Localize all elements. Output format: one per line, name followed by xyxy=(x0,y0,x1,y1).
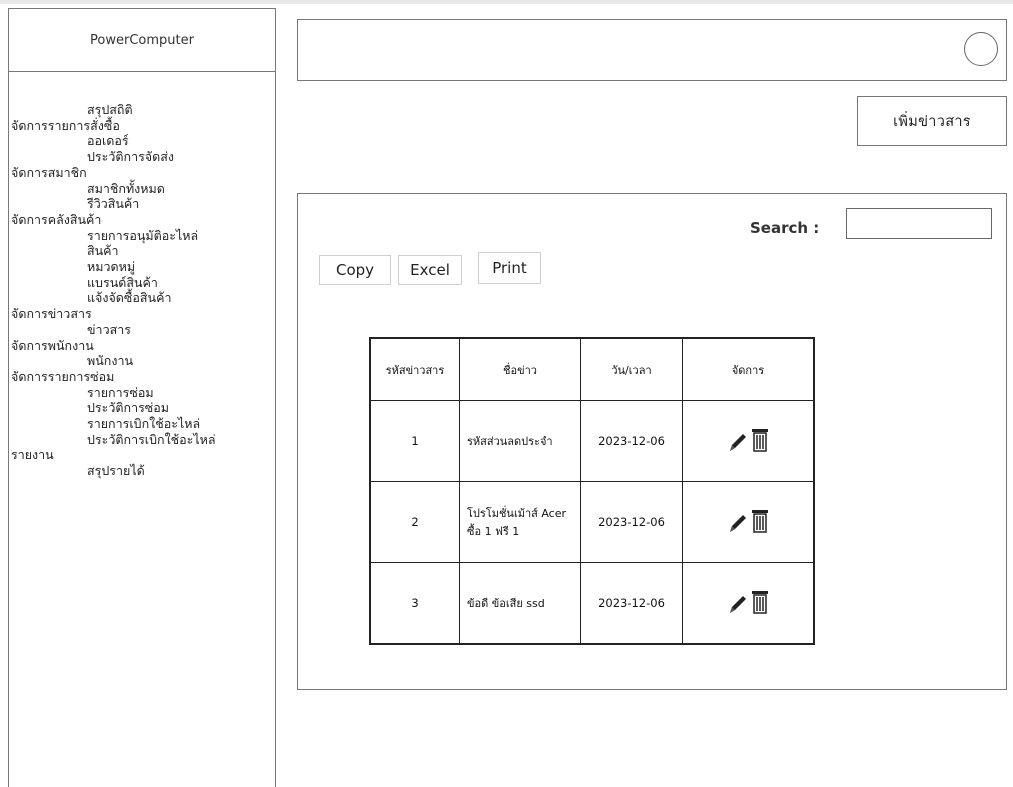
copy-button[interactable]: Copy xyxy=(319,255,391,285)
sidebar-item-orders[interactable]: ออเดอร์ xyxy=(9,133,275,149)
trash-icon[interactable] xyxy=(751,427,769,453)
cell-actions xyxy=(682,562,815,645)
cell-date: 2023-12-06 xyxy=(580,562,683,645)
brand-logo[interactable]: PowerComputer xyxy=(9,9,275,72)
window-top-border xyxy=(0,0,1013,4)
sidebar-item-parts-withdrawal-history[interactable]: ประวัติการเบิกใช้อะไหล่ xyxy=(9,432,275,448)
column-header-manage: จัดการ xyxy=(682,337,815,401)
sidebar-item-repairs[interactable]: รายการซ่อม xyxy=(9,385,275,401)
avatar-icon[interactable] xyxy=(964,32,998,66)
column-header-news-id: รหัสข่าวสาร xyxy=(369,337,460,401)
sidebar-item-product-reviews[interactable]: รีวิวสินค้า xyxy=(9,196,275,212)
sidebar-item-all-members[interactable]: สมาชิกทั้งหมด xyxy=(9,181,275,197)
sidebar-group-news[interactable]: จัดการข่าวสาร xyxy=(9,306,275,322)
sidebar-item-parts-approval[interactable]: รายการอนุมัติอะไหล่ xyxy=(9,228,275,244)
sidebar-item-parts-withdrawal[interactable]: รายการเบิกใช้อะไหล่ xyxy=(9,416,275,432)
cell-actions xyxy=(682,481,815,563)
column-header-news-title: ชื่อข่าว xyxy=(459,337,581,401)
sidebar-group-inventory[interactable]: จัดการคลังสินค้า xyxy=(9,212,275,228)
sidebar-group-employees[interactable]: จัดการพนักงาน xyxy=(9,338,275,354)
sidebar-item-shipping-history[interactable]: ประวัติการจัดส่ง xyxy=(9,149,275,165)
cell-date: 2023-12-06 xyxy=(580,400,683,482)
sidebar-item-income-summary[interactable]: สรุปรายได้ xyxy=(9,463,275,479)
cell-date: 2023-12-06 xyxy=(580,481,683,563)
pencil-icon[interactable] xyxy=(727,593,749,615)
sidebar-item-employees[interactable]: พนักงาน xyxy=(9,353,275,369)
search-label: Search : xyxy=(750,219,820,237)
sidebar-item-categories[interactable]: หมวดหมู่ xyxy=(9,259,275,275)
pencil-icon[interactable] xyxy=(727,431,749,453)
pencil-icon[interactable] xyxy=(727,512,749,534)
trash-icon[interactable] xyxy=(751,589,769,615)
sidebar-item-news[interactable]: ข่าวสาร xyxy=(9,322,275,338)
table-header-row: รหัสข่าวสาร ชื่อข่าว วัน/เวลา จัดการ xyxy=(369,337,815,401)
sidebar-item-stats[interactable]: สรุปสถิติ xyxy=(9,102,275,118)
sidebar-item-repair-history[interactable]: ประวัติการซ่อม xyxy=(9,400,275,416)
sidebar-group-members[interactable]: จัดการสมาชิก xyxy=(9,165,275,181)
cell-news-id: 1 xyxy=(369,400,460,482)
sidebar-item-brands[interactable]: แบรนด์สินค้า xyxy=(9,275,275,291)
cell-news-title: โปรโมชั่นเม้าส์ Acer ซื้อ 1 ฟรี 1 xyxy=(459,481,581,563)
sidebar-group-orders[interactable]: จัดการรายการสั่งซื้อ xyxy=(9,118,275,134)
cell-news-title: รหัสส่วนลดประจำ xyxy=(459,400,581,482)
sidebar-item-purchase-requests[interactable]: แจ้งจัดซื้อสินค้า xyxy=(9,290,275,306)
add-news-button[interactable]: เพิ่มข่าวสาร xyxy=(857,96,1007,146)
table-row: 1 รหัสส่วนลดประจำ 2023-12-06 xyxy=(369,400,815,482)
cell-news-id: 3 xyxy=(369,562,460,645)
top-bar xyxy=(297,19,1007,81)
cell-news-title: ข้อดี ข้อเสีย ssd xyxy=(459,562,581,645)
column-header-datetime: วัน/เวลา xyxy=(580,337,683,401)
sidebar-item-products[interactable]: สินค้า xyxy=(9,243,275,259)
sidebar-menu: สรุปสถิติ จัดการรายการสั่งซื้อ ออเดอร์ ป… xyxy=(9,72,275,479)
search-input[interactable] xyxy=(846,208,992,239)
table-row: 2 โปรโมชั่นเม้าส์ Acer ซื้อ 1 ฟรี 1 2023… xyxy=(369,481,815,563)
excel-button[interactable]: Excel xyxy=(398,255,462,285)
sidebar: PowerComputer สรุปสถิติ จัดการรายการสั่ง… xyxy=(8,8,276,787)
sidebar-group-repairs[interactable]: จัดการรายการซ่อม xyxy=(9,369,275,385)
cell-actions xyxy=(682,400,815,482)
news-panel: Search : Copy Excel Print รหัสข่าวสาร ชื… xyxy=(297,193,1007,690)
trash-icon[interactable] xyxy=(751,508,769,534)
cell-news-id: 2 xyxy=(369,481,460,563)
print-button[interactable]: Print xyxy=(478,252,541,284)
table-row: 3 ข้อดี ข้อเสีย ssd 2023-12-06 xyxy=(369,562,815,645)
sidebar-group-reports[interactable]: รายงาน xyxy=(9,447,275,463)
news-table: รหัสข่าวสาร ชื่อข่าว วัน/เวลา จัดการ 1 ร… xyxy=(369,337,815,645)
